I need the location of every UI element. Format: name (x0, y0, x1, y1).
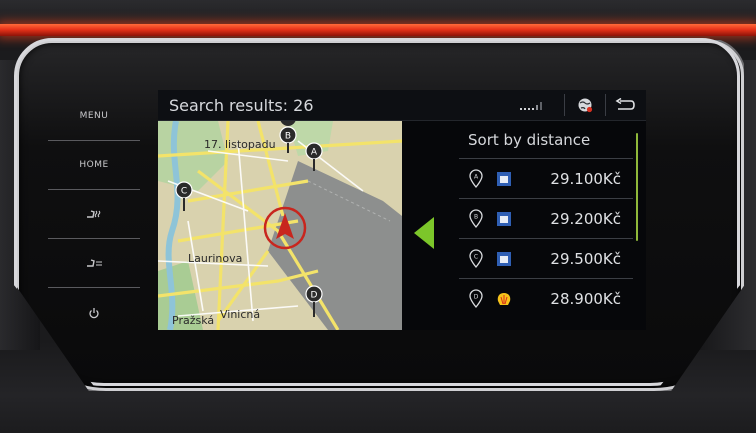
status-divider (564, 94, 565, 116)
menu-button[interactable]: MENU (48, 92, 140, 141)
home-button-label: HOME (79, 160, 109, 170)
pin-letter: C (474, 253, 478, 260)
fuel-station-brand-icon (497, 211, 511, 226)
home-button[interactable]: HOME (48, 141, 140, 190)
back-arrow-icon[interactable] (614, 98, 636, 112)
marker-letter: D (311, 291, 318, 301)
fuel-price: 29.200Kč (550, 209, 621, 228)
power-button[interactable] (48, 288, 140, 337)
menu-button-label: MENU (79, 111, 109, 121)
result-row-a[interactable]: A 29.100Kč (459, 158, 633, 198)
pin-letter: D (474, 293, 479, 300)
status-divider (605, 94, 606, 116)
result-row-d[interactable]: D 28.900Kč (459, 278, 633, 318)
fuel-price: 29.100Kč (550, 169, 621, 188)
online-globe-icon[interactable] (577, 97, 593, 113)
status-bar: Search results: 26 (158, 90, 646, 121)
marker-letter: C (181, 187, 187, 197)
location-pin-icon: B (469, 208, 483, 228)
marker-letter: A (311, 148, 318, 158)
seat-vent-icon (87, 259, 102, 267)
result-row-b[interactable]: B 29.200Kč (459, 198, 633, 238)
fuel-station-brand-icon (497, 171, 511, 186)
pin-letter: B (474, 213, 478, 220)
scrollbar[interactable] (636, 133, 638, 241)
marker-letter: B (285, 132, 291, 142)
location-pin-icon: A (469, 168, 483, 188)
infotainment-screen: Search results: 26 B A C D 17. listopadu… (158, 90, 646, 330)
seat-heat-icon (87, 210, 101, 218)
seat-heat-button[interactable] (48, 190, 140, 239)
pin-letter: A (474, 173, 479, 180)
fuel-station-brand-icon (497, 251, 511, 266)
collapse-panel-arrow-icon[interactable] (412, 216, 436, 250)
signal-strength-icon (520, 102, 542, 110)
street-label: Vinicná (220, 308, 261, 321)
fuel-price: 28.900Kč (550, 289, 621, 308)
seat-vent-button[interactable] (48, 239, 140, 288)
fuel-price: 29.500Kč (550, 249, 621, 268)
map-canvas: B A C D (158, 121, 402, 330)
navigation-map[interactable]: B A C D 17. listopadu Laurinova Pražská … (158, 121, 402, 330)
power-icon (89, 307, 99, 318)
results-panel: Sort by distance A 29.100Kč B 29.200Kč C… (402, 121, 646, 330)
result-row-c[interactable]: C 29.500Kč (459, 238, 633, 278)
location-pin-icon: C (469, 248, 483, 268)
location-pin-icon: D (469, 288, 483, 308)
street-label: Laurinova (188, 252, 243, 265)
sort-by-distance-label[interactable]: Sort by distance (468, 131, 590, 149)
shell-brand-icon (497, 292, 511, 305)
search-results-title: Search results: 26 (169, 95, 314, 115)
ambient-light-strip (0, 24, 756, 36)
hardware-button-column: MENU HOME (48, 92, 140, 338)
street-label: 17. listopadu (204, 138, 276, 151)
street-label: Pražská (172, 314, 215, 327)
